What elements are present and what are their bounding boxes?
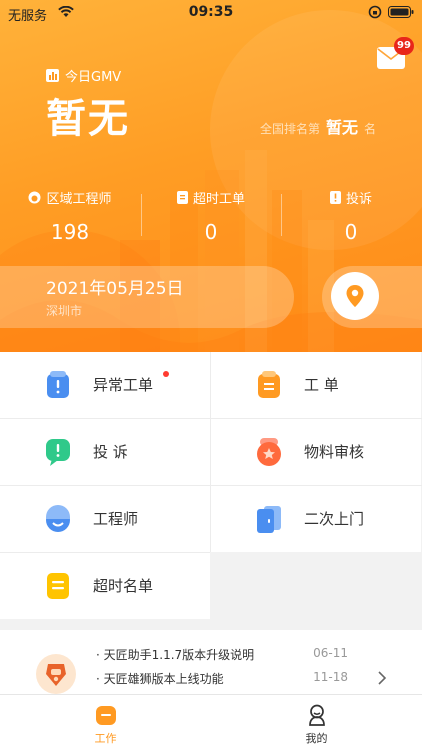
gmv-value: 暂无 [46, 96, 130, 142]
stat-value: 198 [50, 220, 90, 244]
menu-label: 二次上门 [304, 510, 365, 528]
work-order-icon [258, 371, 280, 398]
tab-profile[interactable]: 我的 [211, 695, 422, 750]
grid-divider [0, 418, 422, 419]
complaint-icon [329, 190, 341, 204]
timeout-list-icon [47, 573, 69, 599]
abnormal-ticket-icon [47, 371, 69, 398]
stat-value: 0 [204, 220, 218, 244]
menu-label: 工程师 [93, 510, 139, 528]
complaint-bubble-icon [46, 439, 70, 466]
mail-badge: 99 [394, 37, 414, 55]
ticket-icon [176, 190, 188, 204]
tab-bar: 工作 我的 [0, 694, 422, 750]
engineer-icon [28, 191, 41, 203]
rank-prefix: 全国排名第 [259, 122, 320, 136]
new-indicator-dot [163, 371, 169, 377]
dashboard-header: 无服务 09:35 99 今日GMV 暂无 全国排名第 暂无 名 区域工程师 1… [0, 0, 422, 352]
profile-icon [309, 704, 325, 726]
location-pin-icon [346, 285, 364, 307]
national-rank: 全国排名第 暂无 名 [260, 114, 376, 138]
function-grid: 异常工单 工 单 投 诉 物料审核 工程师 二次上门 超时名单 [0, 352, 422, 620]
rank-suffix: 名 [363, 122, 376, 136]
current-date: 2021年05月25日 [46, 279, 184, 299]
material-audit-icon [257, 438, 281, 466]
lion-mascot-icon [36, 654, 76, 694]
menu-complaints[interactable]: 投 诉 [0, 419, 210, 485]
tab-label: 我的 [305, 732, 328, 745]
bar-chart-icon [46, 69, 59, 82]
rank-value: 暂无 [325, 118, 358, 137]
revisit-door-icon [257, 506, 281, 533]
status-bar: 无服务 09:35 [0, 0, 422, 26]
menu-revisit[interactable]: 二次上门 [211, 486, 421, 552]
stat-label: 区域工程师 [46, 191, 112, 207]
engineer-avatar-icon [46, 505, 70, 532]
menu-work-orders[interactable]: 工 单 [211, 352, 421, 418]
menu-label: 投 诉 [93, 443, 128, 461]
tab-work[interactable]: 工作 [0, 695, 211, 750]
menu-engineers[interactable]: 工程师 [0, 486, 210, 552]
gmv-label-text: 今日GMV [65, 70, 122, 85]
current-city: 深圳市 [46, 304, 83, 318]
menu-label: 物料审核 [304, 443, 365, 461]
announcement-panel[interactable]: · 天匠助手1.1.7版本升级说明 06-11 · 天匠雄狮版本上线功能 11-… [0, 630, 422, 694]
grid-divider [0, 552, 210, 553]
menu-label: 异常工单 [93, 376, 154, 394]
menu-label: 工 单 [304, 376, 339, 394]
chevron-right-icon[interactable] [377, 670, 387, 686]
location-button[interactable] [331, 272, 379, 320]
menu-label: 超时名单 [93, 577, 154, 595]
announcement-date: 11-18 [313, 670, 348, 684]
rotation-lock-icon [368, 5, 382, 19]
announcement-item[interactable]: · 天匠助手1.1.7版本升级说明 [96, 646, 254, 663]
stat-label: 超时工单 [192, 191, 245, 207]
menu-material-audit[interactable]: 物料审核 [211, 419, 421, 485]
tab-label: 工作 [94, 732, 117, 745]
menu-abnormal-tickets[interactable]: 异常工单 [0, 352, 210, 418]
battery-icon [388, 6, 414, 18]
clock: 09:35 [188, 4, 234, 20]
stat-value: 0 [344, 220, 358, 244]
gmv-label: 今日GMV [46, 66, 121, 85]
grid-divider [0, 485, 422, 486]
announcement-item[interactable]: · 天匠雄狮版本上线功能 [96, 670, 224, 687]
briefcase-icon [96, 706, 116, 725]
grid-divider [210, 352, 211, 552]
stat-engineers[interactable]: 区域工程师 198 [0, 186, 140, 244]
announcement-date: 06-11 [313, 646, 348, 660]
stat-complaints[interactable]: 投诉 0 [281, 186, 421, 244]
menu-timeout-list[interactable]: 超时名单 [0, 553, 210, 619]
stat-timeout-tickets[interactable]: 超时工单 0 [141, 186, 281, 244]
stat-label: 投诉 [345, 191, 372, 207]
stats-row: 区域工程师 198 超时工单 0 投诉 0 [0, 186, 422, 246]
